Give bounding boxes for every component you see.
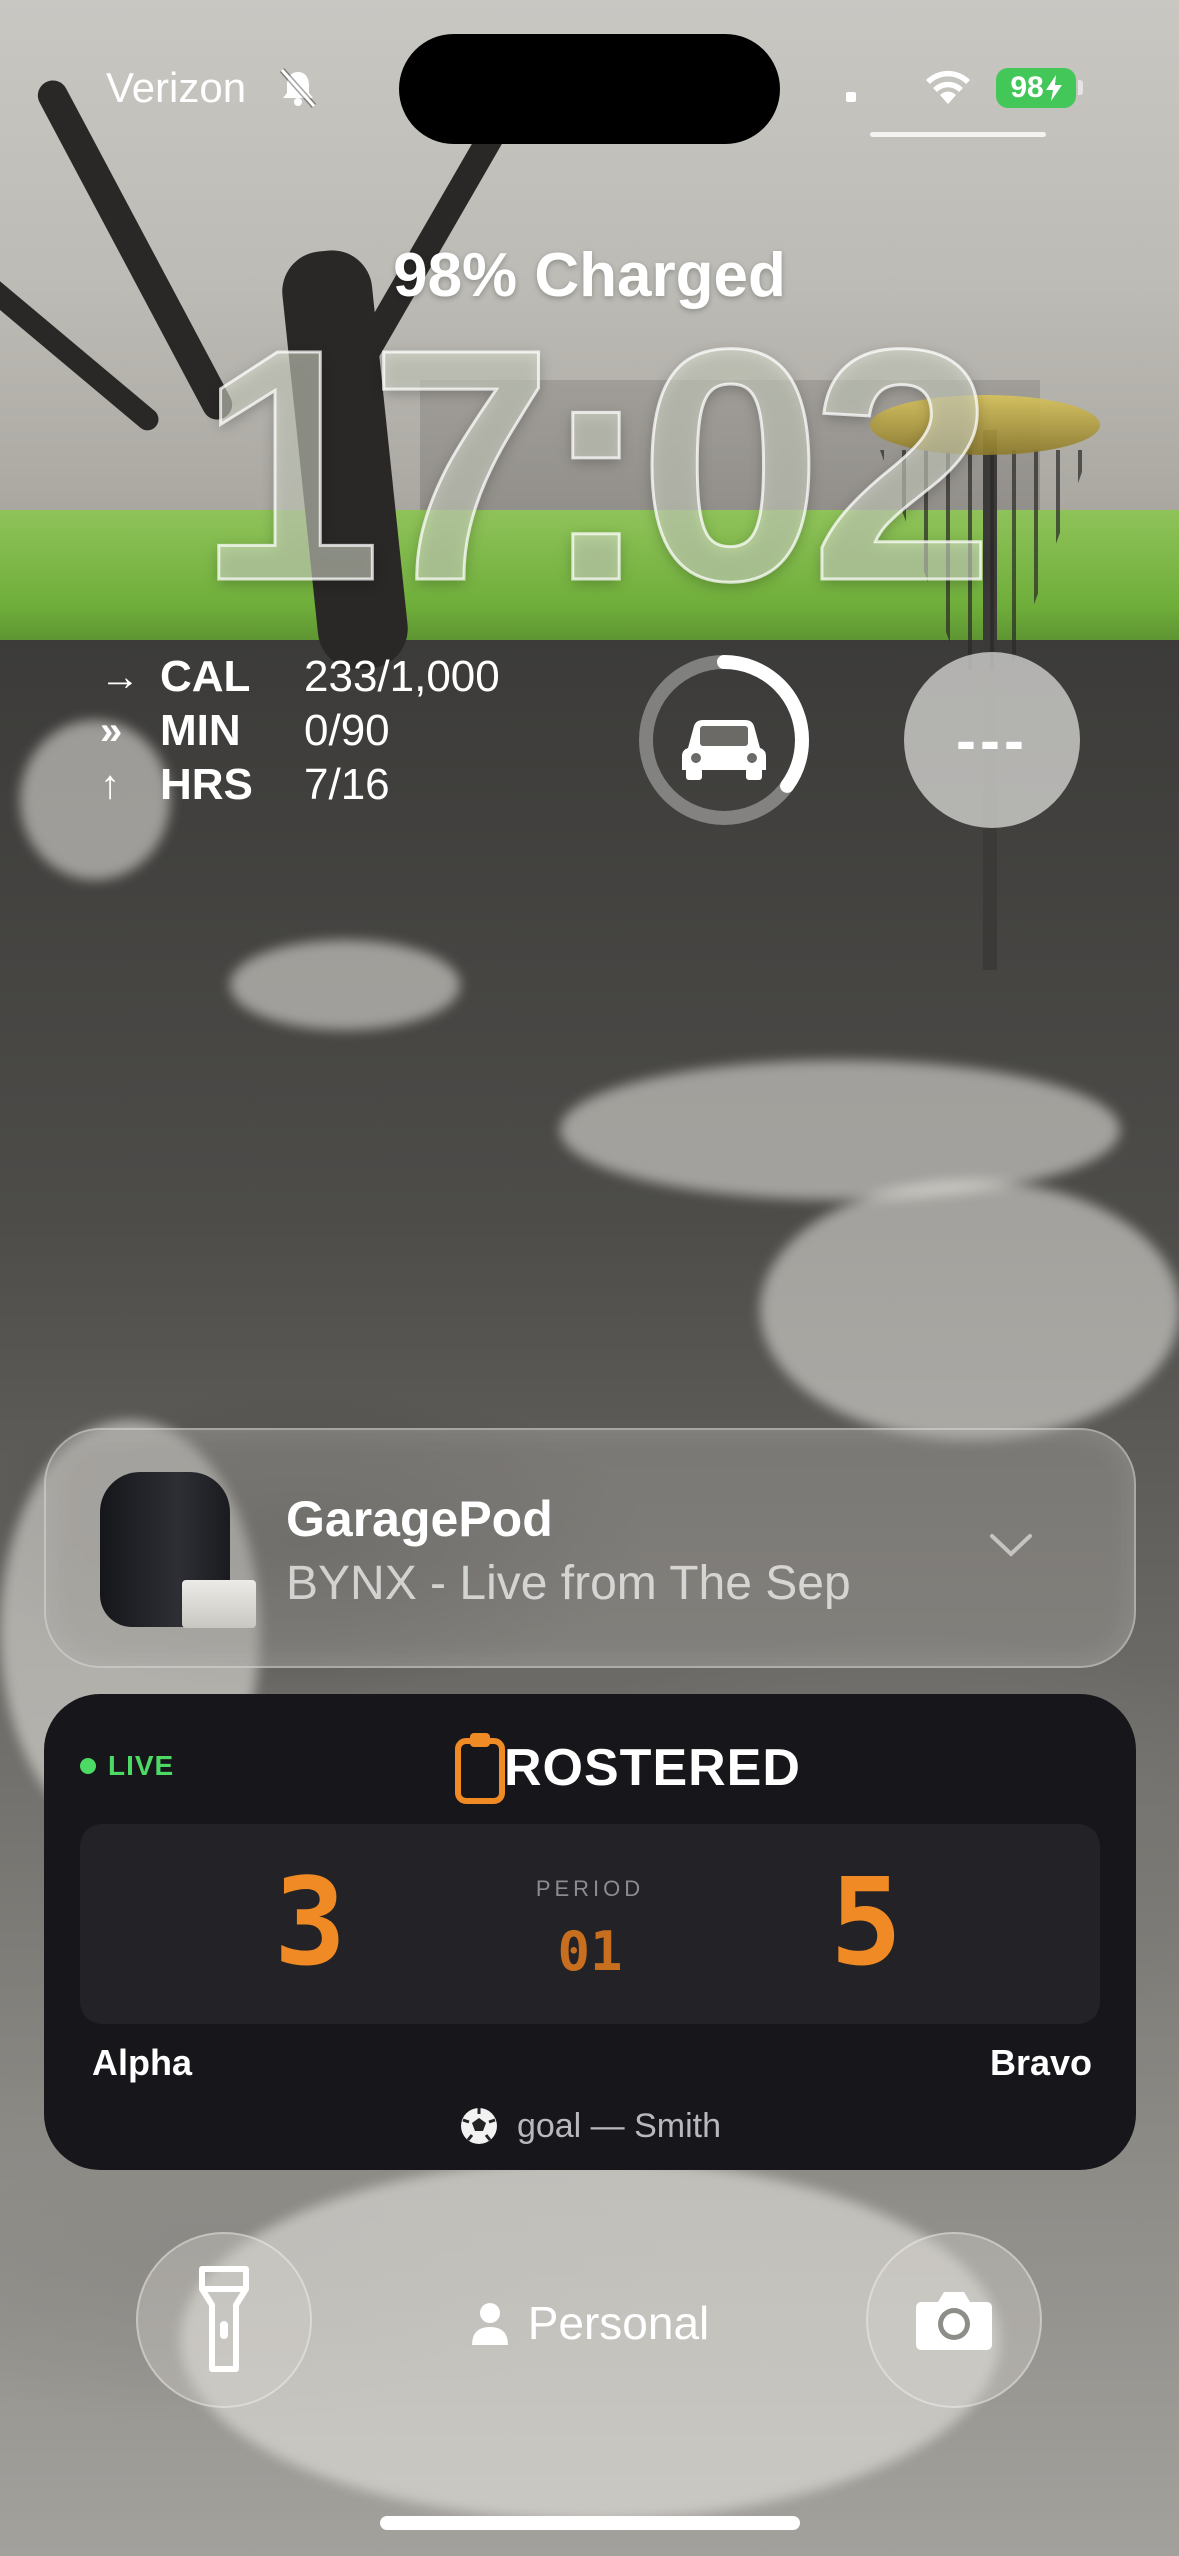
activity-label: CAL [160, 652, 251, 701]
period-value: 01 [557, 1920, 623, 1983]
live-activity-card[interactable]: LIVE ROSTERED 3 PERIOD 01 5 Alpha Bravo … [44, 1694, 1136, 2170]
clipboard-logo-icon [455, 1733, 505, 1804]
wallpaper-waterfall [230, 940, 460, 1030]
car-widget[interactable] [636, 652, 812, 828]
arrow-up-icon: ↑ [100, 762, 120, 807]
scoreboard: 3 PERIOD 01 5 [80, 1824, 1100, 2024]
empty-circle-widget[interactable]: --- [904, 652, 1080, 828]
camera-icon [916, 2292, 992, 2350]
activity-value: 0/90 [304, 706, 390, 755]
live-badge: LIVE [80, 1750, 174, 1782]
car-icon [682, 720, 766, 780]
chevron-down-icon[interactable] [986, 1524, 1036, 1564]
battery-level: 98 [1010, 71, 1044, 104]
carrier-label: Verizon [106, 64, 247, 111]
live-label: LIVE [108, 1750, 175, 1781]
period-label: PERIOD [535, 1876, 645, 1901]
wallpaper-stream [560, 1060, 1120, 1200]
double-arrow-right-icon: » [100, 708, 123, 753]
activity-value: 233/1,000 [304, 652, 500, 701]
battery-nub [1078, 80, 1083, 95]
status-underline [870, 132, 1046, 137]
focus-mode-label: Personal [527, 2297, 710, 2349]
soccer-ball-icon [460, 2108, 497, 2144]
activity-label: HRS [160, 760, 253, 809]
now-playing-track: BYNX - Live from The Sep [286, 1557, 851, 1610]
last-event: goal — Smith [44, 2106, 1136, 2146]
wifi-icon [926, 70, 970, 104]
charging-bolt-icon [1045, 75, 1062, 101]
live-dot-icon [80, 1758, 96, 1774]
now-playing-card[interactable]: GaragePod BYNX - Live from The Sep [44, 1428, 1136, 1668]
album-artwork [182, 1580, 256, 1628]
activity-value: 7/16 [304, 760, 390, 809]
brand-logo: ROSTERED [454, 1728, 801, 1808]
arrow-right-icon: → [100, 654, 140, 699]
lock-screen-clock[interactable]: 17:02 [140, 298, 1040, 631]
activity-label: MIN [160, 706, 241, 755]
activity-row-cal: → CAL 233/1,000 [100, 650, 560, 704]
home-indicator[interactable] [380, 2516, 800, 2530]
battery-indicator: 98 [996, 68, 1076, 108]
status-bar: Verizon 98 [0, 0, 1179, 150]
dynamic-island [399, 34, 780, 144]
home-team-name: Alpha [92, 2042, 193, 2083]
away-team-name: Bravo [989, 2042, 1092, 2083]
event-text: goal — Smith [516, 2106, 722, 2145]
bell-slash-icon [279, 68, 317, 108]
brand-name: ROSTERED [504, 1739, 801, 1797]
cellular-signal-icon [846, 92, 856, 102]
person-icon [471, 2303, 508, 2345]
activity-widget[interactable]: → CAL 233/1,000 » MIN 0/90 ↑ HRS 7/16 [100, 650, 560, 812]
activity-row-hrs: ↑ HRS 7/16 [100, 758, 560, 812]
wallpaper-stream [760, 1180, 1179, 1440]
activity-row-min: » MIN 0/90 [100, 704, 560, 758]
camera-button[interactable] [866, 2232, 1042, 2408]
away-score: 5 [830, 1854, 903, 1993]
now-playing-device: GaragePod [286, 1491, 553, 1547]
